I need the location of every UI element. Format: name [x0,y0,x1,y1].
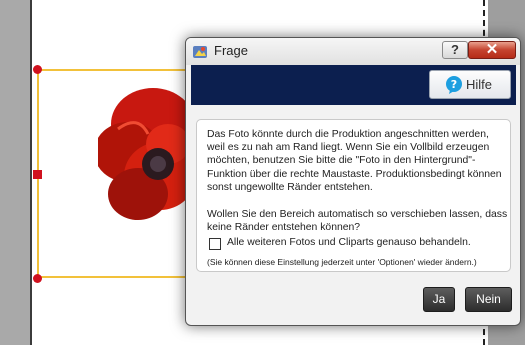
message-paragraph-1: Das Foto könnte durch die Produktion ang… [207,129,502,193]
yes-button[interactable]: Ja [423,287,455,312]
selection-frame[interactable] [37,69,197,278]
page-edge [30,0,32,345]
dialog-titlebar[interactable]: Frage ? ✕ [186,38,520,65]
question-bubble-icon: ? [446,76,462,94]
message-paragraph-2: Wollen Sie den Bereich automatisch so ve… [207,209,508,234]
dialog-banner: ? Hilfe [191,65,516,105]
hilfe-label: Hilfe [466,77,493,92]
message-panel: Das Foto könnte durch die Produktion ang… [196,119,511,272]
resize-handle-middle-left[interactable] [33,170,42,179]
resize-handle-bottom-left[interactable] [33,274,42,283]
help-icon[interactable]: ? [442,41,468,59]
no-button[interactable]: Nein [465,287,512,312]
dialog-title: Frage [214,43,248,58]
apply-to-all-label[interactable]: Alle weiteren Fotos und Cliparts genauso… [227,237,471,248]
question-dialog: Frage ? ✕ ? Hilfe Das Foto könnte durch … [185,37,521,326]
hilfe-button[interactable]: ? Hilfe [429,70,511,99]
svg-text:?: ? [451,78,457,91]
apply-to-all-checkbox[interactable] [209,238,221,250]
resize-handle-top-left[interactable] [33,65,42,74]
app-icon [193,46,207,58]
settings-hint: (Sie können diese Einstellung jederzeit … [207,257,477,267]
canvas-background-left [0,0,30,345]
close-icon[interactable]: ✕ [468,41,516,59]
